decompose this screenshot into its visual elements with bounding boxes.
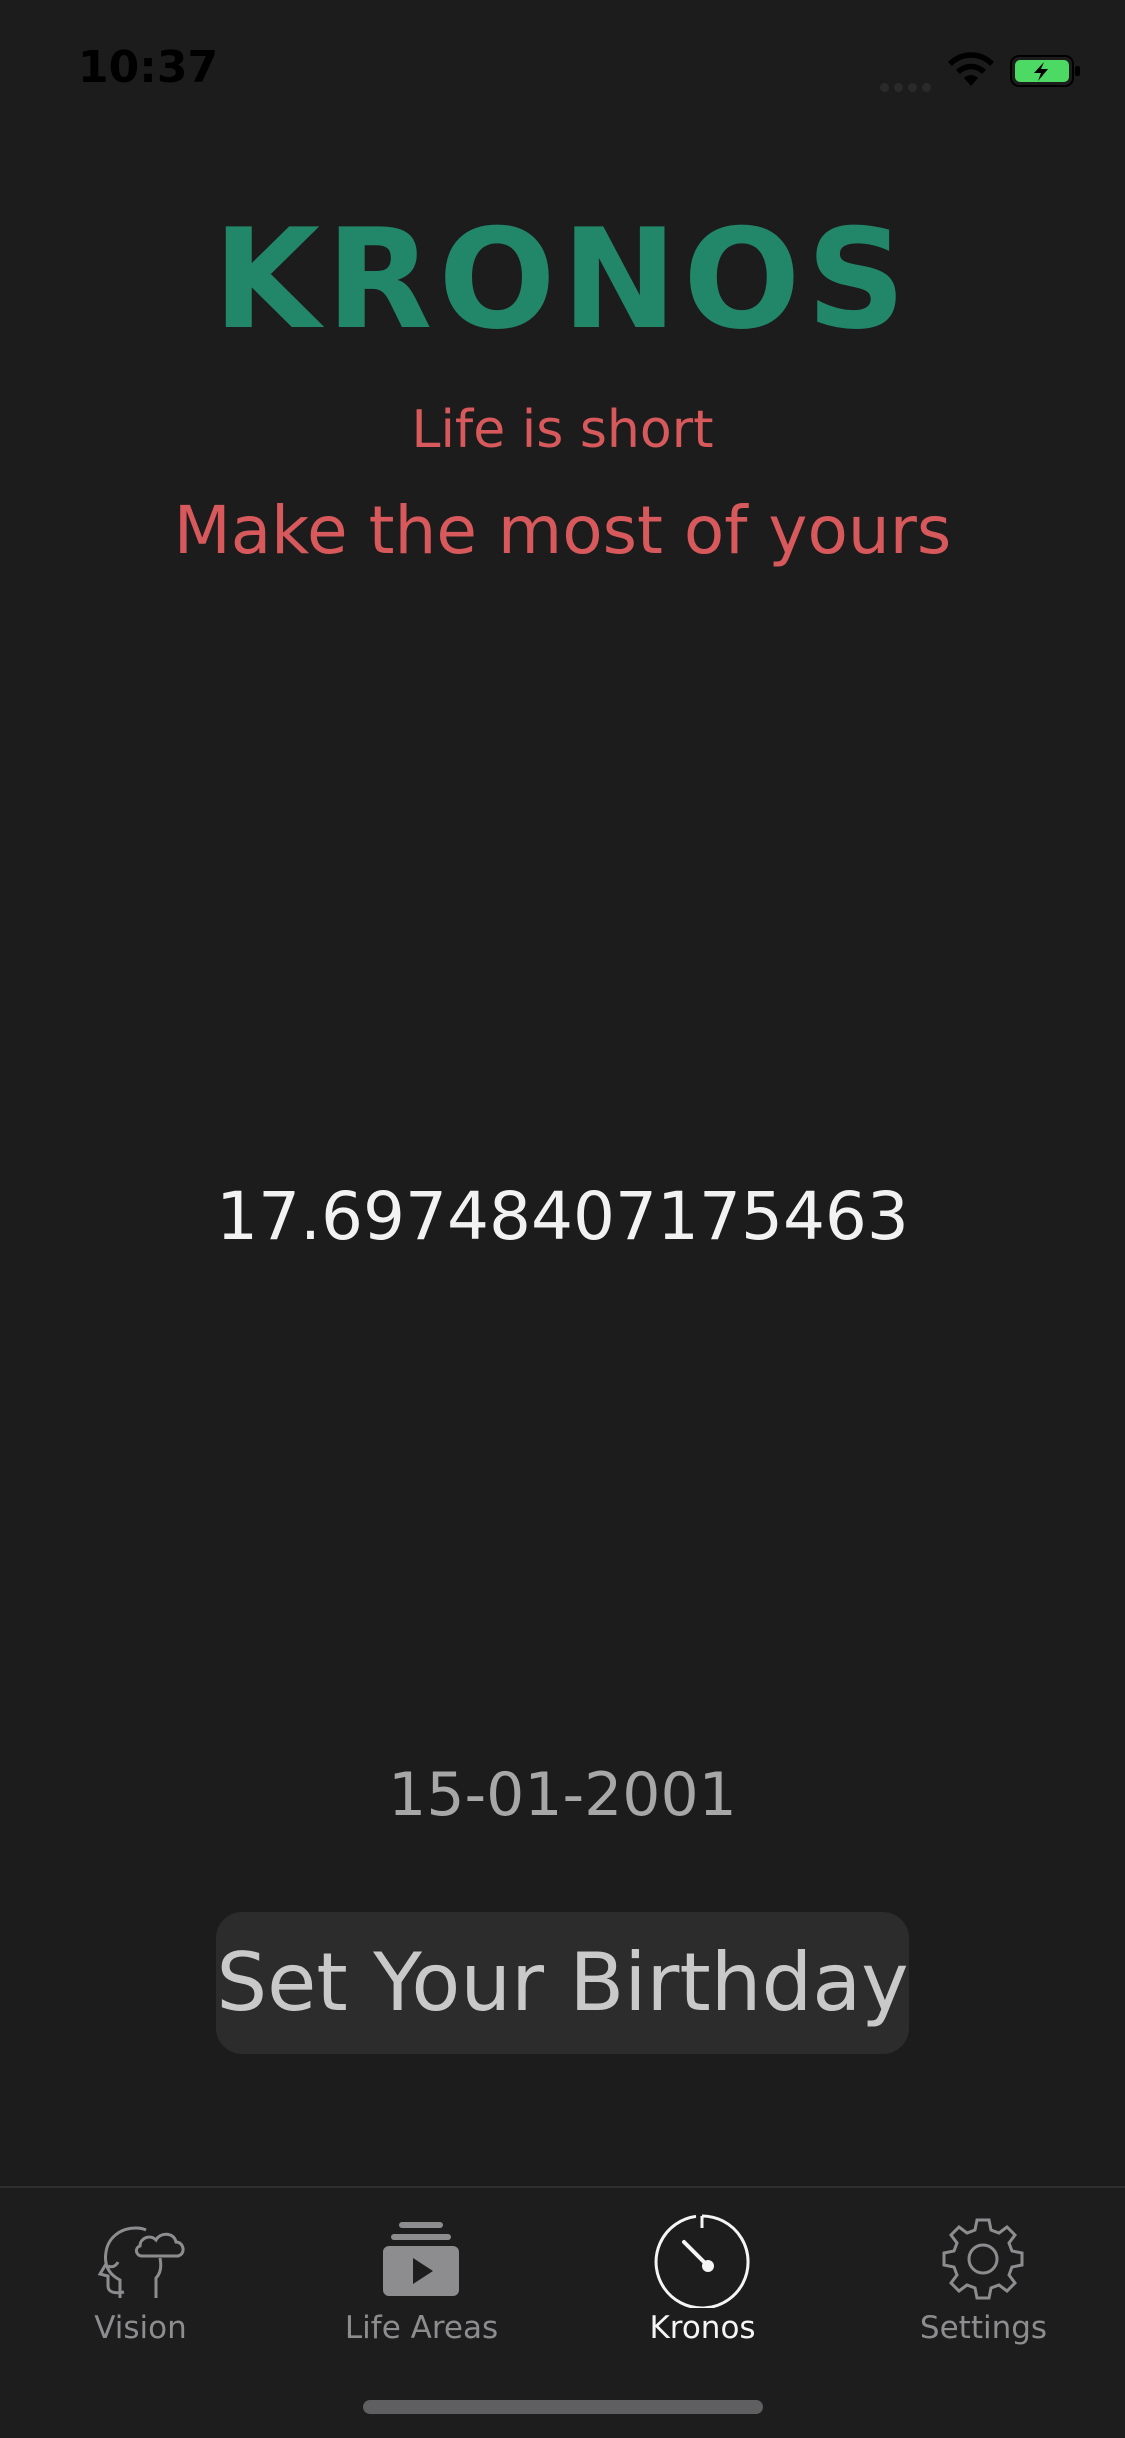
app-title: KRONOS [213,199,912,360]
set-birthday-button[interactable]: Set Your Birthday [216,1912,909,2054]
play-stack-icon [383,2222,459,2296]
home-indicator[interactable] [363,2400,763,2414]
tagline-life-is-short: Life is short [411,400,714,460]
timer-icon [654,2214,750,2308]
tab-kronos[interactable]: Kronos [562,2188,843,2358]
gear-icon [942,2218,1024,2300]
tab-bar: Vision Life Areas Kronos Settings [0,2186,1125,2438]
cellular-signal-icon [880,77,936,92]
age-value: 17.69748407175463 [216,1178,909,1255]
head-thought-icon [97,2226,185,2298]
birth-date: 15-01-2001 [388,1760,737,1830]
status-time: 10:37 [78,42,219,93]
tab-label-kronos: Kronos [649,2310,756,2346]
tab-life-areas[interactable]: Life Areas [281,2188,562,2358]
wifi-icon [948,52,994,86]
tab-label-vision: Vision [94,2310,187,2346]
tab-settings[interactable]: Settings [843,2188,1124,2358]
tab-vision[interactable]: Vision [0,2188,281,2358]
tab-label-life-areas: Life Areas [344,2310,499,2346]
tab-label-settings: Settings [919,2310,1048,2346]
status-bar: 10:37 [0,0,1125,132]
battery-icon [1010,55,1080,87]
tagline-make-the-most: Make the most of yours [173,492,952,569]
